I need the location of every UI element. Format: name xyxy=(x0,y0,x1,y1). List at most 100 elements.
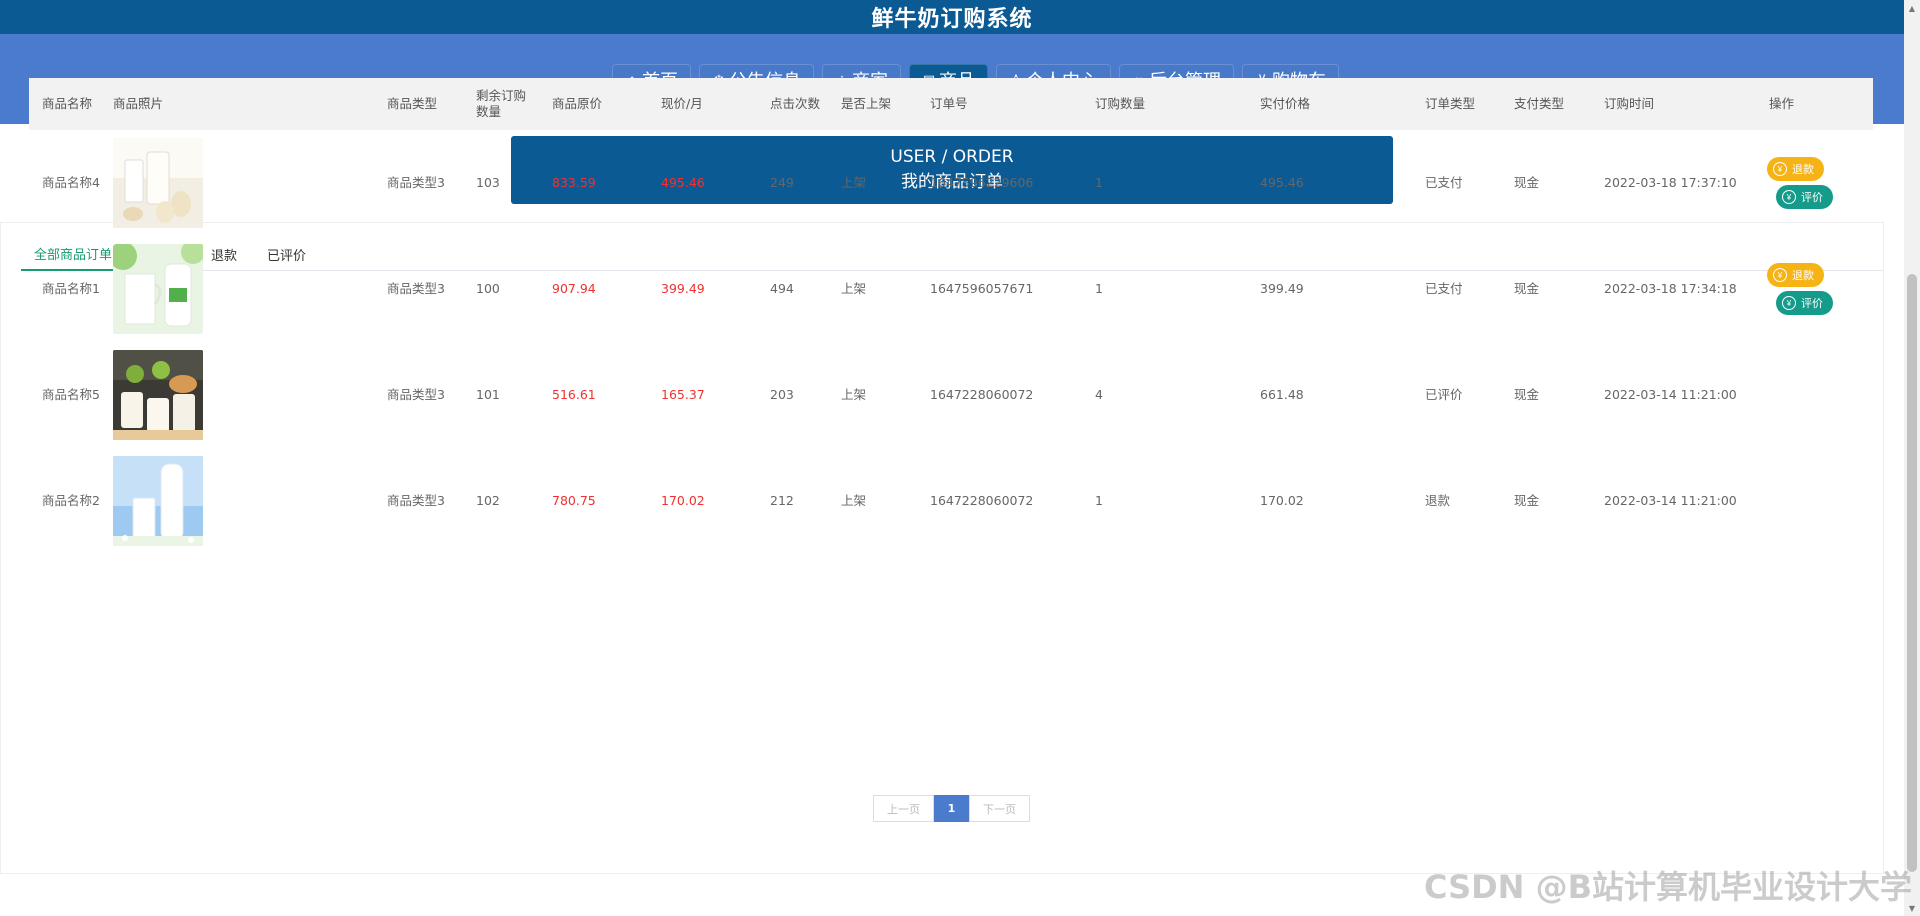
cell-order-no: 1647228060072 xyxy=(930,493,1034,508)
cell-order-type: 已支付 xyxy=(1425,175,1463,190)
column-header: 订购时间 xyxy=(1604,96,1655,111)
cell-remaining: 103 xyxy=(476,175,500,190)
cell-remaining: 102 xyxy=(476,493,500,508)
column-header: 订单类型 xyxy=(1425,96,1476,111)
cell-current-price: 399.49 xyxy=(661,281,705,296)
row-actions: ¥ 退款 ¥ 评价 xyxy=(1767,157,1877,209)
table-body: 商品名称4 商品类型3 103 833.59 495.46 249 上架 1647596229… xyxy=(29,130,1873,554)
cell-original-price: 833.59 xyxy=(552,175,596,190)
table-row: 商品名称2 商品类型3 102 780.75 170.02 212 上架 1647228060… xyxy=(29,448,1873,554)
cell-order-no: 1647228060072 xyxy=(930,387,1034,402)
product-photo[interactable] xyxy=(113,130,373,236)
yen-icon: ¥ xyxy=(1773,162,1787,176)
column-header: 现价/月 xyxy=(661,96,703,111)
cell-paid: 170.02 xyxy=(1260,493,1304,508)
column-header: 商品名称 xyxy=(42,96,93,111)
cell-type: 商品类型3 xyxy=(387,493,445,508)
cell-original-price: 516.61 xyxy=(552,387,596,402)
table-row: 商品名称4 商品类型3 103 833.59 495.46 249 上架 1647596229… xyxy=(29,130,1873,236)
cell-name: 商品名称1 xyxy=(42,281,100,296)
review-button[interactable]: ¥ 评价 xyxy=(1776,291,1833,315)
column-header: 商品照片 xyxy=(113,96,164,111)
button-label: 退款 xyxy=(1792,270,1814,282)
review-button[interactable]: ¥ 评价 xyxy=(1776,185,1833,209)
cell-qty: 1 xyxy=(1095,493,1103,508)
scroll-thumb[interactable] xyxy=(1907,274,1917,872)
column-header: 剩余订购数量 xyxy=(476,88,527,119)
cell-type: 商品类型3 xyxy=(387,175,445,190)
cell-qty: 1 xyxy=(1095,175,1103,190)
table-header: 商品名称 商品照片 商品类型 剩余订购数量 商品原价 现价/月 点击次数 是否上架 订单号 订购数… xyxy=(29,78,1873,130)
cell-original-price: 780.75 xyxy=(552,493,596,508)
cell-listed: 上架 xyxy=(841,493,867,508)
cell-time: 2022-03-18 17:37:10 xyxy=(1604,175,1737,190)
cell-pay-type: 现金 xyxy=(1514,281,1540,296)
column-header: 操作 xyxy=(1769,96,1795,111)
cell-pay-type: 现金 xyxy=(1514,387,1540,402)
column-header: 订购数量 xyxy=(1095,96,1146,111)
cell-clicks: 212 xyxy=(770,493,794,508)
prev-page-button[interactable]: 上一页 xyxy=(873,795,934,822)
table-row: 商品名称1 商品类型3 100 907.94 399.49 494 上架 1647596057… xyxy=(29,236,1873,342)
cell-current-price: 170.02 xyxy=(661,493,705,508)
cell-remaining: 100 xyxy=(476,281,500,296)
yen-icon: ¥ xyxy=(1773,268,1787,282)
orders-table: 商品名称 商品照片 商品类型 剩余订购数量 商品原价 现价/月 点击次数 是否上架 订单号 订购数… xyxy=(29,78,1873,554)
scroll-up-icon[interactable]: ▲ xyxy=(1907,2,1917,14)
cell-listed: 上架 xyxy=(841,281,867,296)
cell-paid: 495.46 xyxy=(1260,175,1304,190)
product-photo[interactable] xyxy=(113,448,373,554)
cell-clicks: 494 xyxy=(770,281,794,296)
cell-order-type: 退款 xyxy=(1425,493,1451,508)
cell-paid: 399.49 xyxy=(1260,281,1304,296)
refund-button[interactable]: ¥ 退款 xyxy=(1767,157,1824,181)
cell-type: 商品类型3 xyxy=(387,281,445,296)
row-actions: ¥ 退款 ¥ 评价 xyxy=(1767,263,1877,315)
page: 鲜牛奶订购系统 ⌂首页❄公告信息≑商家▤商品♙个人中心∞后台管理⊻购物车 USE… xyxy=(0,0,1920,916)
yen-icon: ¥ xyxy=(1782,190,1796,204)
cell-pay-type: 现金 xyxy=(1514,175,1540,190)
cell-qty: 1 xyxy=(1095,281,1103,296)
refund-button[interactable]: ¥ 退款 xyxy=(1767,263,1824,287)
cell-original-price: 907.94 xyxy=(552,281,596,296)
cell-order-type: 已支付 xyxy=(1425,281,1463,296)
cell-current-price: 495.46 xyxy=(661,175,705,190)
cell-paid: 661.48 xyxy=(1260,387,1304,402)
site-title: 鲜牛奶订购系统 xyxy=(871,7,1033,32)
button-label: 评价 xyxy=(1801,192,1823,204)
cell-qty: 4 xyxy=(1095,387,1103,402)
column-header: 商品原价 xyxy=(552,96,603,111)
cell-clicks: 249 xyxy=(770,175,794,190)
cell-time: 2022-03-18 17:34:18 xyxy=(1604,281,1737,296)
product-photo[interactable] xyxy=(113,342,373,448)
next-page-button[interactable]: 下一页 xyxy=(969,795,1030,822)
cell-order-no: 1647596057671 xyxy=(930,281,1034,296)
column-header: 支付类型 xyxy=(1514,96,1565,111)
cell-remaining: 101 xyxy=(476,387,500,402)
column-header: 订单号 xyxy=(930,96,968,111)
cell-listed: 上架 xyxy=(841,175,867,190)
column-header: 实付价格 xyxy=(1260,96,1311,111)
column-header: 点击次数 xyxy=(770,96,821,111)
cell-type: 商品类型3 xyxy=(387,387,445,402)
cell-clicks: 203 xyxy=(770,387,794,402)
page-number-button[interactable]: 1 xyxy=(934,795,969,822)
yen-icon: ¥ xyxy=(1782,296,1796,310)
scrollbar[interactable]: ▲ ▼ xyxy=(1904,0,1920,916)
cell-order-no: 1647596229606 xyxy=(930,175,1034,190)
pagination: 上一页 1 下一页 xyxy=(873,795,1030,822)
cell-name: 商品名称2 xyxy=(42,493,100,508)
button-label: 评价 xyxy=(1801,298,1823,310)
cell-time: 2022-03-14 11:21:00 xyxy=(1604,493,1737,508)
cell-name: 商品名称5 xyxy=(42,387,100,402)
cell-order-type: 已评价 xyxy=(1425,387,1463,402)
watermark: CSDN @B站计算机毕业设计大学 xyxy=(1423,868,1912,906)
site-title-bar: 鲜牛奶订购系统 xyxy=(0,0,1904,34)
cell-name: 商品名称4 xyxy=(42,175,100,190)
button-label: 退款 xyxy=(1792,164,1814,176)
column-header: 商品类型 xyxy=(387,96,438,111)
cell-pay-type: 现金 xyxy=(1514,493,1540,508)
cell-listed: 上架 xyxy=(841,387,867,402)
product-photo[interactable] xyxy=(113,236,373,342)
cell-current-price: 165.37 xyxy=(661,387,705,402)
